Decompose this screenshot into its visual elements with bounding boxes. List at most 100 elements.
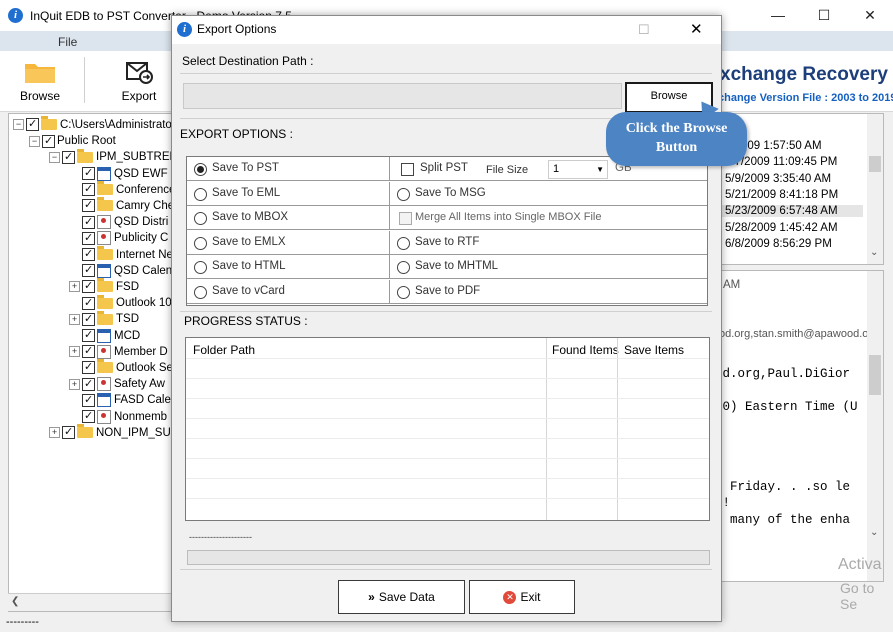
option-label[interactable]: Save To PST bbox=[212, 162, 279, 174]
mail-list-scrollbar[interactable]: ⌄ bbox=[867, 114, 883, 264]
merge-mbox-checkbox[interactable] bbox=[399, 212, 412, 225]
option-label[interactable]: Save to RTF bbox=[415, 236, 479, 248]
checkbox-checked[interactable] bbox=[82, 246, 95, 262]
checkbox-checked[interactable] bbox=[82, 165, 95, 181]
tree-node[interactable]: − IPM_SUBTREE bbox=[49, 148, 173, 165]
radio-button[interactable] bbox=[397, 285, 410, 299]
tree-node[interactable]: Internet Ne bbox=[69, 246, 173, 263]
checkbox-checked[interactable] bbox=[82, 376, 95, 392]
option-label[interactable]: Save To MSG bbox=[415, 187, 486, 199]
checkbox-checked[interactable] bbox=[82, 278, 95, 294]
expand-icon[interactable]: + bbox=[49, 427, 60, 439]
option-label[interactable]: Save to EMLX bbox=[212, 236, 286, 248]
tree-node[interactable]: − Public Root bbox=[29, 133, 116, 149]
checkbox-checked[interactable] bbox=[82, 197, 95, 213]
option-label[interactable]: Save To EML bbox=[212, 187, 280, 199]
expand-icon[interactable]: + bbox=[69, 378, 80, 390]
tree-node[interactable]: − C:\Users\Administrator bbox=[13, 116, 173, 133]
radio-button[interactable] bbox=[397, 236, 410, 250]
mail-list-row[interactable]: 5/21/2009 8:41:18 PM bbox=[725, 189, 838, 201]
checkbox-checked[interactable] bbox=[82, 359, 95, 375]
mail-list-row[interactable]: 5/9/2009 3:35:40 AM bbox=[725, 173, 831, 185]
option-label[interactable]: Save to vCard bbox=[212, 285, 285, 297]
option-label[interactable]: Save to MBOX bbox=[212, 211, 288, 223]
tree-node[interactable]: Outlook 10 bbox=[69, 294, 172, 311]
mail-list-row[interactable]: 5/28/2009 1:45:42 AM bbox=[725, 222, 838, 234]
exit-button[interactable]: ✕ Exit bbox=[469, 580, 575, 614]
checkbox-checked[interactable] bbox=[82, 295, 95, 311]
dialog-maximize-button[interactable]: ☐ bbox=[638, 22, 650, 38]
checkbox-checked[interactable] bbox=[82, 214, 95, 230]
tree-node[interactable]: + FSD bbox=[69, 278, 139, 295]
checkbox-checked[interactable] bbox=[82, 311, 95, 327]
browse-toolbar-button[interactable]: Browse bbox=[10, 57, 70, 109]
radio-button[interactable] bbox=[397, 187, 410, 201]
option-label[interactable]: Save to MHTML bbox=[415, 260, 498, 272]
checkbox-checked[interactable] bbox=[82, 392, 95, 408]
collapse-icon[interactable]: − bbox=[13, 119, 24, 131]
destination-path-input[interactable] bbox=[183, 83, 622, 109]
tree-node[interactable]: FASD Cale bbox=[69, 392, 171, 408]
checkbox-checked[interactable] bbox=[82, 230, 95, 246]
radio-button[interactable] bbox=[397, 261, 410, 274]
dialog-close-button[interactable]: ✕ bbox=[690, 20, 703, 38]
folder-icon bbox=[97, 310, 113, 325]
scroll-down-icon[interactable]: ⌄ bbox=[870, 247, 878, 258]
tree-node[interactable]: QSD Calen bbox=[69, 262, 172, 279]
maximize-button[interactable]: ☐ bbox=[801, 0, 847, 31]
checkbox-checked[interactable] bbox=[82, 262, 95, 278]
radio-button[interactable] bbox=[194, 285, 207, 299]
tree-node[interactable]: + NON_IPM_SU bbox=[49, 424, 171, 441]
scroll-down-icon[interactable]: ⌄ bbox=[870, 527, 878, 538]
minimize-button[interactable]: — bbox=[755, 0, 801, 31]
tree-node[interactable]: MCD bbox=[69, 327, 140, 344]
split-pst-label[interactable]: Split PST bbox=[420, 162, 468, 174]
radio-button[interactable] bbox=[194, 236, 207, 250]
option-label[interactable]: Save to PDF bbox=[415, 285, 480, 297]
tree-node[interactable]: Camry Che bbox=[69, 197, 173, 214]
mail-list-row[interactable]: 6/8/2009 8:56:29 PM bbox=[725, 238, 832, 250]
option-cell: Save To MSG bbox=[390, 182, 707, 206]
radio-button[interactable] bbox=[194, 212, 207, 225]
collapse-icon[interactable]: − bbox=[49, 151, 60, 163]
expand-icon[interactable]: + bbox=[69, 281, 80, 293]
tree-node[interactable]: Nonmemb bbox=[69, 408, 167, 425]
tree-node[interactable]: Conference bbox=[69, 181, 173, 198]
tree-node[interactable]: Outlook Se bbox=[69, 359, 173, 376]
checkbox-checked[interactable] bbox=[62, 424, 75, 440]
dropdown-arrow-icon[interactable]: ▼ bbox=[596, 161, 604, 178]
expand-icon[interactable]: + bbox=[69, 313, 80, 325]
file-size-select[interactable]: 1 ▼ bbox=[548, 160, 608, 179]
scroll-left-icon[interactable]: ❮ bbox=[11, 596, 19, 607]
checkbox-checked[interactable] bbox=[26, 116, 39, 132]
close-button[interactable]: ✕ bbox=[847, 0, 893, 31]
export-toolbar-button[interactable]: Export bbox=[110, 57, 168, 109]
save-data-button[interactable]: » Save Data bbox=[338, 580, 465, 614]
checkbox-checked[interactable] bbox=[82, 181, 95, 197]
scrollbar-thumb[interactable] bbox=[869, 355, 881, 395]
option-label[interactable]: Save to HTML bbox=[212, 260, 286, 272]
folder-tree[interactable]: − C:\Users\Administrator − Public Root − IPM_… bbox=[8, 113, 174, 612]
collapse-icon[interactable]: − bbox=[29, 135, 40, 147]
checkbox-checked[interactable] bbox=[42, 133, 55, 149]
split-pst-checkbox[interactable] bbox=[401, 163, 414, 176]
tree-node[interactable]: Publicity C bbox=[69, 230, 168, 246]
checkbox-checked[interactable] bbox=[62, 149, 75, 165]
mail-list-row[interactable]: 5/23/2009 6:57:48 AM bbox=[721, 205, 863, 218]
tree-node[interactable]: QSD EWF bbox=[69, 165, 168, 182]
checkbox-checked[interactable] bbox=[82, 408, 95, 424]
tree-horizontal-scrollbar[interactable]: ❮ bbox=[8, 593, 172, 611]
radio-button[interactable] bbox=[194, 163, 207, 176]
tree-node[interactable]: QSD Distri bbox=[69, 214, 168, 230]
expand-icon[interactable]: + bbox=[69, 346, 80, 358]
menu-file[interactable]: File bbox=[58, 35, 77, 49]
radio-button[interactable] bbox=[194, 261, 207, 274]
checkbox-checked[interactable] bbox=[82, 343, 95, 359]
checkbox-checked[interactable] bbox=[82, 327, 95, 343]
radio-button[interactable] bbox=[194, 187, 207, 201]
scrollbar-thumb[interactable] bbox=[869, 156, 881, 172]
preview-scrollbar[interactable]: ⌄ bbox=[867, 271, 883, 581]
tree-node[interactable]: + TSD bbox=[69, 310, 139, 327]
tree-node[interactable]: + Safety Aw bbox=[69, 376, 165, 392]
tree-node[interactable]: + Member D bbox=[69, 343, 168, 360]
